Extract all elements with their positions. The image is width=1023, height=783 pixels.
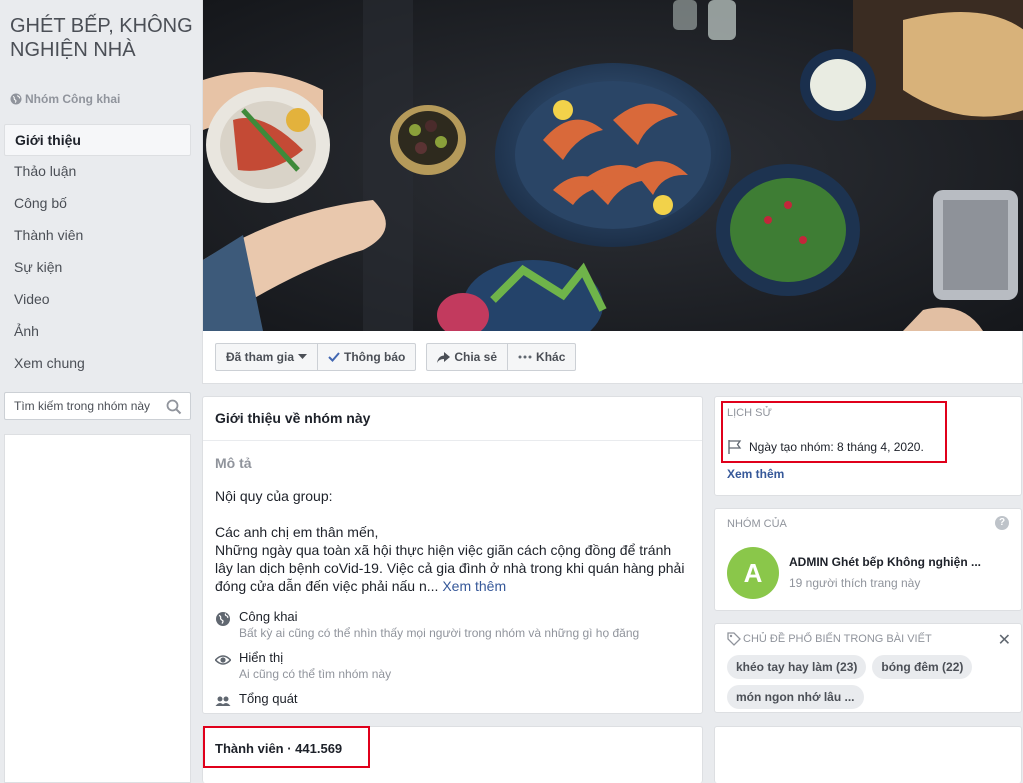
description-text: Nội quy của group: Các anh chị em thân m…	[215, 487, 690, 595]
nav-item-announcements[interactable]: Công bố	[4, 188, 191, 220]
right-bottom-card	[714, 726, 1022, 783]
owner-name[interactable]: ADMIN Ghét bếp Không nghiện ...	[789, 555, 981, 569]
owner-heading: NHÓM CỦA	[727, 518, 787, 530]
left-sidebar: GHÉT BẾP, KHÔNG NGHIỆN NHÀ Nhóm Công kha…	[0, 0, 200, 783]
globe-icon	[10, 93, 22, 105]
cover-photo[interactable]	[203, 0, 1023, 350]
owner-card: NHÓM CỦA ? A ADMIN Ghét bếp Không nghiện…	[714, 508, 1022, 611]
globe-icon	[216, 612, 230, 626]
owner-likes: 19 người thích trang này	[789, 576, 921, 590]
notifications-label: Thông báo	[344, 350, 406, 364]
group-privacy-label: Nhóm Công khai	[25, 92, 121, 106]
topics-card: CHỦ ĐỀ PHỔ BIẾN TRONG BÀI VIẾT ✕ khéo ta…	[714, 623, 1022, 713]
nav-item-about[interactable]: Giới thiệu	[4, 124, 191, 156]
topic-chips: khéo tay hay làm (23) bóng đêm (22) món …	[727, 655, 1017, 709]
group-search	[4, 392, 191, 420]
share-arrow-icon	[437, 351, 451, 363]
caret-down-icon	[298, 354, 308, 359]
info-public-title: Công khai	[239, 609, 298, 624]
cover-section: Đã tham gia Thông báo Chia sẻ Khác	[202, 0, 1023, 384]
nav-item-watch-party[interactable]: Xem chung	[4, 348, 191, 380]
help-icon[interactable]: ?	[995, 516, 1009, 530]
group-title[interactable]: GHÉT BẾP, KHÔNG NGHIỆN NHÀ	[10, 14, 195, 62]
notifications-button[interactable]: Thông báo	[317, 344, 415, 370]
info-visible-sub: Ai cũng có thể tìm nhóm này	[239, 667, 392, 681]
share-buttons: Chia sẻ Khác	[426, 343, 577, 371]
joined-label: Đã tham gia	[226, 350, 295, 364]
nav-item-members[interactable]: Thành viên	[4, 220, 191, 252]
topics-header: CHỦ ĐỀ PHỔ BIẾN TRONG BÀI VIẾT	[727, 632, 932, 646]
more-dots-icon	[518, 355, 532, 359]
info-visible-title: Hiển thị	[239, 650, 284, 665]
more-button[interactable]: Khác	[507, 344, 575, 370]
close-icon[interactable]: ✕	[998, 630, 1011, 650]
checkmark-icon	[328, 352, 340, 362]
more-label: Khác	[536, 350, 566, 364]
group-nav: Giới thiệu Thảo luận Công bố Thành viên …	[4, 124, 191, 380]
eye-icon	[215, 655, 231, 665]
nav-item-photos[interactable]: Ảnh	[4, 316, 191, 348]
members-highlight	[203, 726, 370, 768]
nav-item-videos[interactable]: Video	[4, 284, 191, 316]
history-highlight	[721, 401, 947, 463]
about-body: Mô tả Nội quy của group: Các anh chị em …	[203, 441, 702, 721]
about-header: Giới thiệu về nhóm này	[203, 397, 702, 441]
info-public-sub: Bất kỳ ai cũng có thể nhìn thấy mọi ngườ…	[239, 626, 640, 640]
topic-chip[interactable]: món ngon nhớ lâu ...	[727, 685, 864, 709]
joined-button[interactable]: Đã tham gia	[216, 344, 317, 370]
tag-icon	[727, 632, 741, 646]
group-search-input[interactable]	[14, 399, 164, 413]
info-visible: Hiển thị Ai cũng có thể tìm nhóm này	[215, 650, 690, 681]
description-title: Mô tả	[215, 455, 252, 471]
see-more-link[interactable]: Xem thêm	[442, 578, 506, 594]
share-label: Chia sẻ	[454, 350, 498, 364]
left-empty-panel	[4, 434, 191, 783]
about-card: Giới thiệu về nhóm này Mô tả Nội quy của…	[202, 396, 703, 714]
people-icon	[215, 696, 231, 706]
nav-item-discussion[interactable]: Thảo luận	[4, 156, 191, 188]
info-general-title: Tổng quát	[239, 691, 298, 706]
topic-chip[interactable]: bóng đêm (22)	[872, 655, 973, 679]
share-button[interactable]: Chia sẻ	[427, 344, 507, 370]
owner-avatar[interactable]: A	[727, 547, 779, 599]
group-actions: Đã tham gia Thông báo Chia sẻ Khác	[215, 343, 577, 371]
topic-chip[interactable]: khéo tay hay làm (23)	[727, 655, 867, 679]
info-general: Tổng quát	[215, 691, 690, 709]
history-see-more[interactable]: Xem thêm	[727, 467, 784, 481]
group-privacy: Nhóm Công khai	[10, 92, 120, 106]
membership-buttons: Đã tham gia Thông báo	[215, 343, 417, 371]
info-public: Công khai Bất kỳ ai cũng có thể nhìn thấ…	[215, 609, 690, 640]
topics-heading: CHỦ ĐỀ PHỔ BIẾN TRONG BÀI VIẾT	[743, 633, 932, 645]
nav-item-events[interactable]: Sự kiện	[4, 252, 191, 284]
search-icon[interactable]	[166, 399, 182, 415]
